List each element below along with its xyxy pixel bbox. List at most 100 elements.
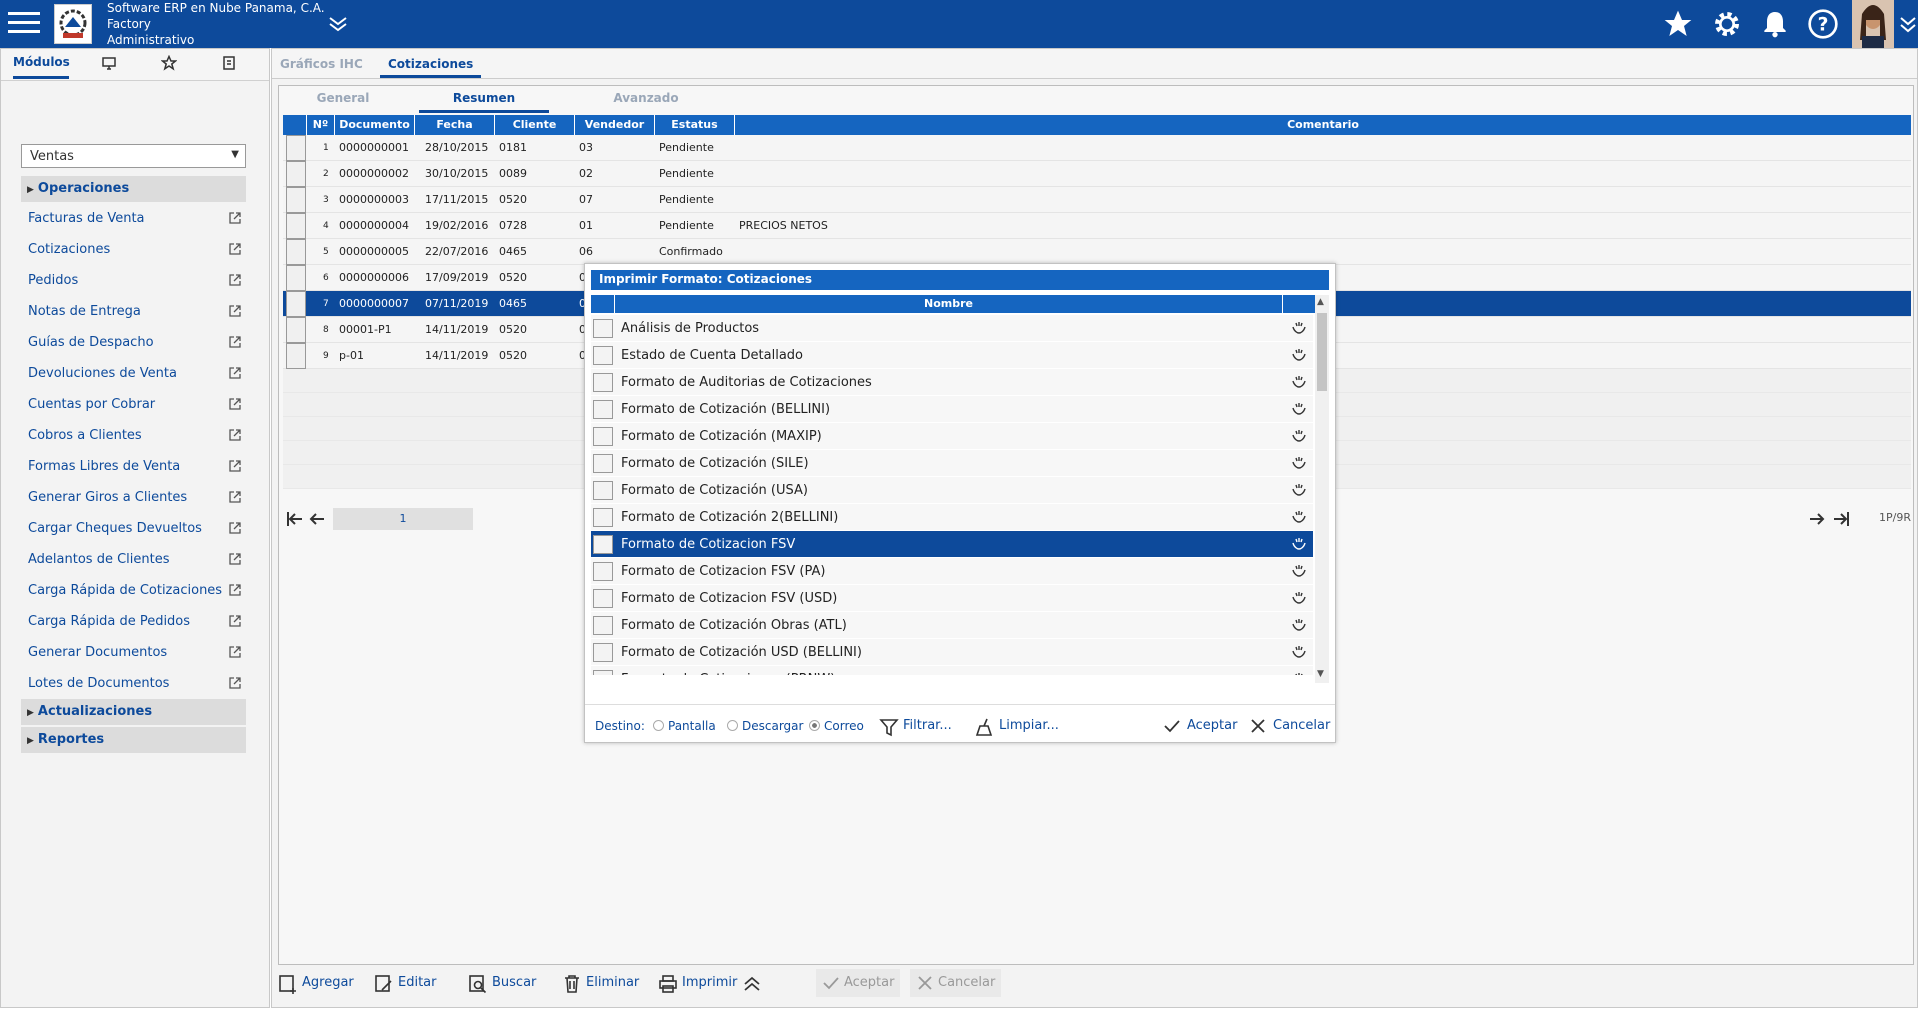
external-link-icon[interactable]: [228, 676, 242, 690]
format-checkbox[interactable]: [593, 346, 613, 365]
format-checkbox[interactable]: [593, 643, 613, 662]
search-button[interactable]: Buscar: [468, 969, 536, 997]
menu-item[interactable]: Facturas de Venta: [21, 209, 246, 229]
row-select-box[interactable]: [286, 161, 306, 187]
external-link-icon[interactable]: [228, 459, 242, 473]
header-documento[interactable]: Documento: [335, 115, 415, 135]
dialog-accept-button[interactable]: Aceptar: [1163, 715, 1237, 737]
print-button[interactable]: Imprimir: [658, 969, 737, 997]
format-checkbox[interactable]: [593, 319, 613, 338]
format-row[interactable]: Formato de Cotización USD (BELLINI): [591, 639, 1313, 666]
gear-icon[interactable]: [1711, 8, 1743, 40]
radio-correo[interactable]: Correo: [809, 719, 864, 733]
table-row[interactable]: 5 0000000005 22/07/2016 0465 06 Confirmado: [283, 239, 1911, 265]
scroll-up-icon[interactable]: ▲: [1317, 297, 1324, 307]
format-checkbox[interactable]: [593, 616, 613, 635]
external-link-icon[interactable]: [228, 521, 242, 535]
print-preview-icon[interactable]: [1291, 644, 1307, 660]
table-row[interactable]: 4 0000000004 19/02/2016 0728 01 Pendiente PREC…: [283, 213, 1911, 239]
print-preview-icon[interactable]: [1291, 590, 1307, 606]
monitor-icon[interactable]: [97, 55, 121, 79]
filter-button[interactable]: Filtrar...: [879, 715, 952, 737]
section-operaciones[interactable]: ▶ Operaciones: [21, 176, 246, 202]
format-checkbox[interactable]: [593, 427, 613, 446]
format-row[interactable]: Análisis de Productos: [591, 315, 1313, 342]
format-row[interactable]: Formato de Cotizacion FSV (PA): [591, 558, 1313, 585]
tab-cotizaciones[interactable]: Cotizaciones: [380, 57, 482, 78]
print-preview-icon[interactable]: [1291, 617, 1307, 633]
header-n[interactable]: Nº: [307, 115, 335, 135]
menu-item[interactable]: Generar Documentos: [21, 643, 246, 663]
external-link-icon[interactable]: [228, 335, 242, 349]
format-checkbox[interactable]: [593, 508, 613, 527]
print-preview-icon[interactable]: [1291, 482, 1307, 498]
tab-modulos[interactable]: Módulos: [13, 55, 70, 79]
menu-item[interactable]: Notas de Entrega: [21, 302, 246, 322]
expand-up-button[interactable]: [742, 969, 762, 997]
row-select-box[interactable]: [286, 187, 306, 213]
format-row[interactable]: Formato de Cotizacion FSV (USD): [591, 585, 1313, 612]
table-row[interactable]: 1 0000000001 28/10/2015 0181 03 Pendiente: [283, 135, 1911, 161]
menu-item[interactable]: Cuentas por Cobrar: [21, 395, 246, 415]
menu-item[interactable]: Generar Giros a Clientes: [21, 488, 246, 508]
tab-general[interactable]: General: [303, 91, 383, 113]
menu-item[interactable]: Cotizaciones: [21, 240, 246, 260]
first-page-icon[interactable]: [285, 509, 305, 529]
menu-item[interactable]: Devoluciones de Venta: [21, 364, 246, 384]
header-comentario[interactable]: Comentario: [735, 115, 1911, 135]
menu-item[interactable]: Cobros a Clientes: [21, 426, 246, 446]
table-row[interactable]: 3 0000000003 17/11/2015 0520 07 Pendiente: [283, 187, 1911, 213]
row-select-box[interactable]: [286, 265, 306, 291]
print-preview-icon[interactable]: [1291, 509, 1307, 525]
radio-pantalla[interactable]: Pantalla: [653, 719, 716, 733]
format-row[interactable]: Formato de Cotización Obras (ATL): [591, 612, 1313, 639]
favorites-star-icon[interactable]: [157, 54, 181, 79]
format-row[interactable]: Formato de Auditorias de Cotizaciones: [591, 369, 1313, 396]
table-row[interactable]: 2 0000000002 30/10/2015 0089 02 Pendiente: [283, 161, 1911, 187]
scroll-down-icon[interactable]: ▼: [1317, 669, 1324, 679]
header-fecha[interactable]: Fecha: [415, 115, 495, 135]
format-row[interactable]: Formato de Cotización (MAXIP): [591, 423, 1313, 450]
cancel-button[interactable]: Cancelar: [910, 969, 1002, 997]
section-reportes[interactable]: ▶ Reportes: [21, 727, 246, 753]
external-link-icon[interactable]: [228, 614, 242, 628]
format-checkbox[interactable]: [593, 562, 613, 581]
row-select-box[interactable]: [286, 291, 306, 317]
external-link-icon[interactable]: [228, 428, 242, 442]
print-preview-icon[interactable]: [1291, 401, 1307, 417]
external-link-icon[interactable]: [228, 366, 242, 380]
radio-descargar[interactable]: Descargar: [727, 719, 803, 733]
format-checkbox[interactable]: [593, 670, 613, 675]
menu-item[interactable]: Pedidos: [21, 271, 246, 291]
print-preview-icon[interactable]: [1291, 536, 1307, 552]
menu-item[interactable]: Carga Rápida de Cotizaciones: [21, 581, 246, 601]
menu-item[interactable]: Lotes de Documentos: [21, 674, 246, 694]
module-select[interactable]: Ventas ▼: [21, 144, 246, 168]
notes-icon[interactable]: [217, 55, 241, 79]
print-preview-icon[interactable]: [1291, 671, 1307, 675]
external-link-icon[interactable]: [228, 490, 242, 504]
print-preview-icon[interactable]: [1291, 320, 1307, 336]
format-row[interactable]: Formato de Cotización (SILE): [591, 450, 1313, 477]
print-preview-icon[interactable]: [1291, 347, 1307, 363]
star-icon[interactable]: [1662, 8, 1694, 40]
accept-button[interactable]: Aceptar: [816, 969, 901, 997]
external-link-icon[interactable]: [228, 552, 242, 566]
dialog-cancel-button[interactable]: Cancelar: [1249, 715, 1330, 737]
format-list-scrollbar[interactable]: ▲ ▼: [1315, 295, 1329, 683]
delete-button[interactable]: Eliminar: [562, 969, 639, 997]
help-icon[interactable]: ?: [1807, 8, 1839, 40]
menu-icon[interactable]: [8, 12, 40, 36]
print-preview-icon[interactable]: [1291, 455, 1307, 471]
external-link-icon[interactable]: [228, 211, 242, 225]
format-checkbox[interactable]: [593, 589, 613, 608]
header-cliente[interactable]: Cliente: [495, 115, 575, 135]
external-link-icon[interactable]: [228, 397, 242, 411]
add-button[interactable]: Agregar: [278, 969, 354, 997]
header-nombre[interactable]: Nombre: [615, 295, 1283, 313]
external-link-icon[interactable]: [228, 304, 242, 318]
header-vendedor[interactable]: Vendedor: [575, 115, 655, 135]
last-page-icon[interactable]: [1831, 509, 1851, 529]
section-actualizaciones[interactable]: ▶ Actualizaciones: [21, 699, 246, 725]
edit-button[interactable]: Editar: [374, 969, 437, 997]
